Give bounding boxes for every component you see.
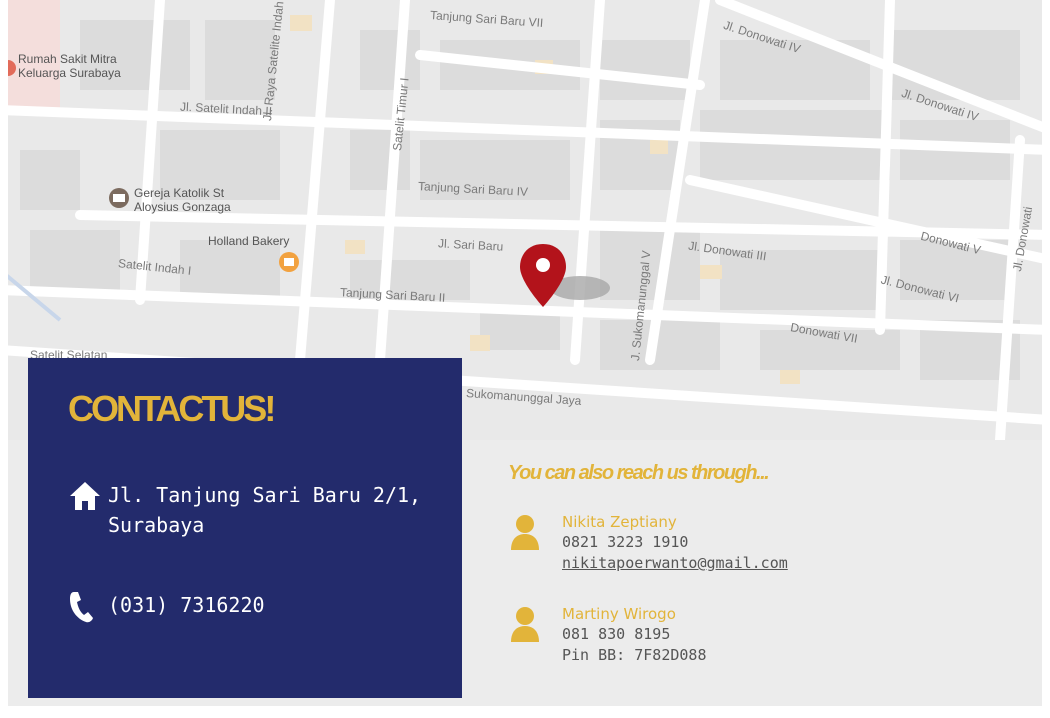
address-row: Jl. Tanjung Sari Baru 2/1, Surabaya bbox=[68, 480, 421, 540]
frame-border-bottom bbox=[0, 706, 1050, 718]
phone-number[interactable]: (031) 7316220 bbox=[108, 590, 265, 620]
person-phone[interactable]: 081 830 8195 bbox=[562, 624, 707, 645]
contact-title: CONTACTUS! bbox=[68, 388, 276, 429]
phone-icon bbox=[68, 590, 108, 624]
poi-hospital-line1: Rumah Sakit Mitra bbox=[18, 52, 117, 66]
person-name: Nikita Zeptiany bbox=[562, 513, 677, 531]
poi-church-line1: Gereja Katolik St bbox=[134, 186, 225, 200]
home-icon bbox=[68, 480, 108, 514]
contact-person: Martiny Wirogo 081 830 8195 Pin BB: 7F82… bbox=[508, 604, 707, 666]
church-icon[interactable] bbox=[109, 188, 129, 208]
person-email-link[interactable]: nikitapoerwanto@gmail.com bbox=[562, 553, 788, 574]
address-line1: Jl. Tanjung Sari Baru 2/1, bbox=[108, 483, 422, 507]
poi-hospital-label[interactable]: Rumah Sakit Mitra Keluarga Surabaya bbox=[18, 52, 121, 80]
person-pin-bb: Pin BB: 7F82D088 bbox=[562, 646, 707, 664]
poi-church-line2: Aloysius Gonzaga bbox=[134, 200, 231, 214]
person-icon bbox=[508, 604, 562, 666]
poi-church-label[interactable]: Gereja Katolik St Aloysius Gonzaga bbox=[134, 186, 231, 214]
poi-bakery-label[interactable]: Holland Bakery bbox=[208, 234, 289, 248]
bakery-icon[interactable] bbox=[279, 252, 299, 272]
contact-person: Nikita Zeptiany 0821 3223 1910 nikitapoe… bbox=[508, 512, 788, 574]
address-text: Jl. Tanjung Sari Baru 2/1, Surabaya bbox=[108, 480, 421, 540]
frame-border-right bbox=[1042, 0, 1050, 718]
person-name: Martiny Wirogo bbox=[562, 605, 676, 623]
address-line2: Surabaya bbox=[108, 513, 205, 537]
contact-card: CONTACTUS! Jl. Tanjung Sari Baru 2/1, Su… bbox=[28, 358, 462, 698]
reach-us-title: You can also reach us through... bbox=[508, 462, 770, 484]
person-phone[interactable]: 0821 3223 1910 bbox=[562, 532, 788, 553]
phone-row: (031) 7316220 bbox=[68, 590, 265, 624]
person-icon bbox=[508, 512, 562, 574]
frame-border-left bbox=[0, 0, 8, 718]
poi-hospital-line2: Keluarga Surabaya bbox=[18, 66, 121, 80]
